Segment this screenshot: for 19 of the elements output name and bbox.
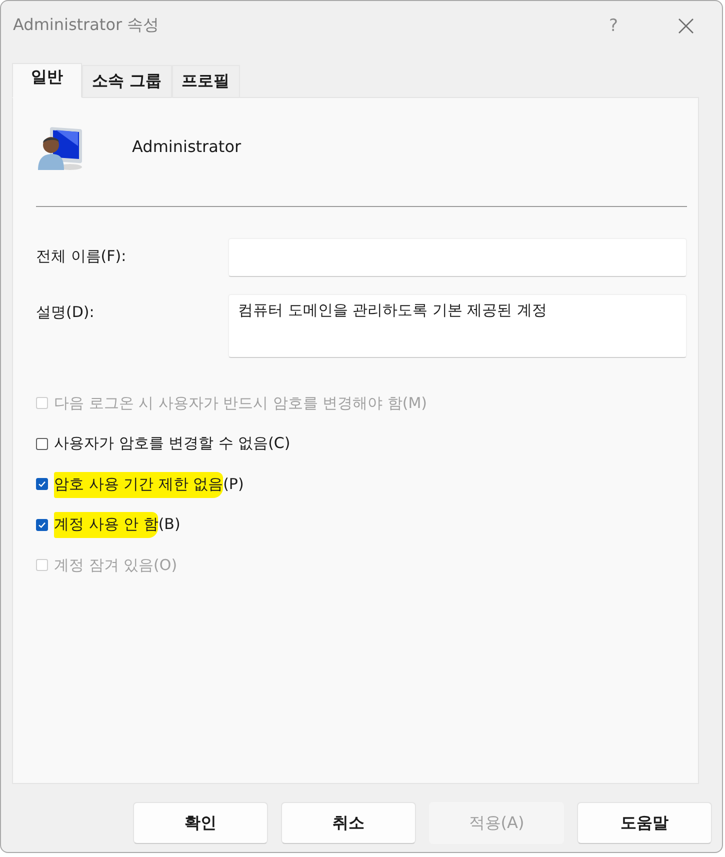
tab[interactable]: 소속 그룹: [82, 65, 172, 98]
checkbox-label: 사용자가 암호를 변경할 수 없음(C): [54, 434, 290, 454]
field-label: 전체 이름(F):: [36, 246, 128, 266]
tab[interactable]: 프로필: [172, 65, 240, 98]
input-field[interactable]: [228, 238, 687, 277]
checkbox[interactable]: [36, 438, 48, 450]
checkbox[interactable]: [36, 518, 48, 531]
field-label: 설명(D):: [36, 302, 96, 322]
dialog-button[interactable]: 취소: [281, 802, 416, 844]
window-title: Administrator 속성: [13, 15, 160, 36]
checkbox-label: 계정 잠겨 있음(O): [54, 556, 178, 575]
close-icon[interactable]: [678, 18, 694, 34]
account-name: Administrator: [132, 136, 242, 156]
checkbox-label: 다음 로그온 시 사용자가 반드시 암호를 변경해야 함(M): [54, 394, 428, 413]
dialog-button[interactable]: 도움말: [577, 802, 712, 844]
tab[interactable]: 일반: [12, 63, 82, 98]
text-area[interactable]: 컴퓨터 도메인을 관리하도록 기본 제공된 계정: [228, 294, 687, 358]
checkbox[interactable]: [36, 478, 48, 490]
dialog-button[interactable]: 확인: [133, 802, 268, 844]
